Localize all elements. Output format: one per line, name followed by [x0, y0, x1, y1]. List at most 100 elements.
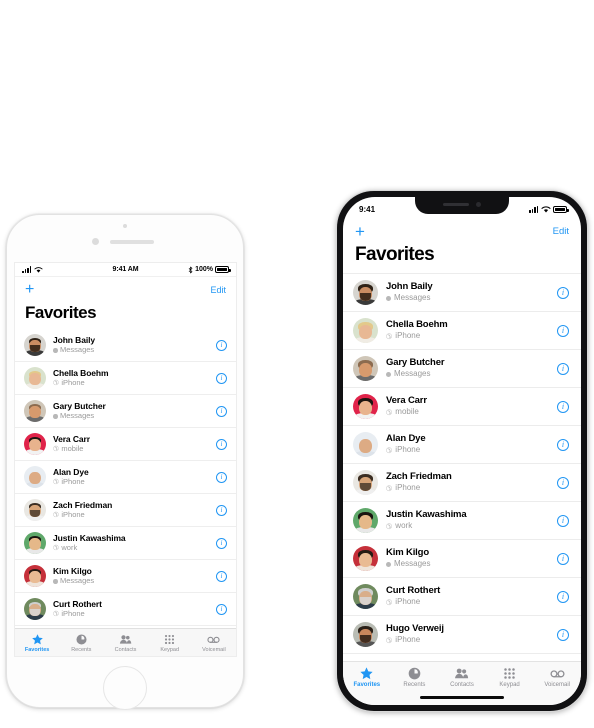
avatar — [353, 280, 378, 305]
messages-icon — [386, 295, 391, 301]
info-icon[interactable]: i — [216, 570, 227, 582]
contact-label-text: work — [395, 521, 413, 531]
tab-voicemail[interactable]: Voicemail — [533, 666, 581, 688]
phone-handset-icon: ✆ — [53, 544, 59, 552]
info-icon[interactable]: i — [216, 372, 227, 384]
status-bar-left: 9:41 AM 100% — [15, 263, 236, 277]
info-icon[interactable]: i — [216, 339, 227, 351]
page-title-left: Favorites — [15, 303, 236, 329]
info-icon[interactable]: i — [557, 286, 569, 299]
contact-label-text: iPhone — [61, 477, 85, 487]
tab-keypad[interactable]: Keypad — [148, 633, 192, 653]
messages-icon — [53, 348, 58, 353]
contact-name: Justin Kawashima — [53, 532, 126, 543]
favorite-row[interactable]: Justin Kawashima ✆ work i — [15, 527, 236, 560]
favorite-row[interactable]: Curt Rothert ✆ iPhone i — [343, 578, 581, 616]
info-icon[interactable]: i — [216, 405, 227, 417]
tab-contacts[interactable]: Contacts — [438, 666, 486, 688]
phone-handset-icon: ✆ — [386, 597, 393, 607]
add-favorite-button[interactable]: + — [355, 223, 365, 240]
favorite-row[interactable]: Kim Kilgo Messages i — [15, 560, 236, 593]
favorite-row[interactable]: Vera Carr ✆ mobile i — [343, 388, 581, 426]
info-icon[interactable]: i — [557, 324, 569, 337]
favorite-row[interactable]: Hugo Verweij✆iPhone i — [343, 616, 581, 654]
avatar — [353, 584, 378, 609]
contact-label: Messages — [53, 576, 209, 586]
info-icon[interactable]: i — [557, 476, 569, 489]
edit-button[interactable]: Edit — [553, 226, 569, 237]
favorite-row[interactable]: Vera Carr ✆ mobile i — [15, 428, 236, 461]
contact-name: Kim Kilgo — [53, 565, 92, 576]
earpiece-speaker — [110, 240, 154, 244]
info-icon[interactable]: i — [216, 438, 227, 450]
tab-favorites[interactable]: Favorites — [15, 633, 59, 653]
favorite-text: Chella Boehm ✆ iPhone — [386, 319, 549, 341]
contact-name: Hugo Verweij — [386, 623, 444, 635]
avatar — [24, 598, 46, 620]
favorite-text: Gary Butcher Messages — [386, 357, 549, 379]
tab-keypad[interactable]: Keypad — [486, 666, 534, 688]
contact-label: ✆iPhone — [386, 597, 549, 607]
phone-handset-icon: ✆ — [386, 331, 393, 341]
info-icon[interactable]: i — [216, 537, 227, 549]
screenshot-stage: 9:41 AM 100% + Edit Favorites John Baily… — [0, 0, 594, 728]
edit-button[interactable]: Edit — [210, 285, 226, 295]
home-indicator[interactable] — [420, 695, 504, 699]
info-icon[interactable]: i — [216, 504, 227, 516]
phone-handset-icon: ✆ — [53, 379, 59, 387]
avatar — [24, 334, 46, 356]
favorite-row[interactable]: Alan Dye ✆ iPhone i — [343, 426, 581, 464]
info-icon[interactable]: i — [216, 603, 227, 615]
info-icon[interactable]: i — [557, 590, 569, 603]
info-icon[interactable]: i — [557, 514, 569, 527]
favorite-row[interactable]: Curt Rothert ✆ iPhone i — [15, 593, 236, 626]
favorite-row[interactable]: Gary Butcher Messages i — [343, 350, 581, 388]
contact-label: Messages — [53, 345, 209, 355]
contact-label-text: mobile — [61, 444, 84, 454]
contact-label-text: iPhone — [61, 609, 85, 619]
info-icon[interactable]: i — [557, 438, 569, 451]
contact-name: Curt Rothert — [53, 598, 102, 609]
info-icon[interactable]: i — [557, 400, 569, 413]
favorite-text: Hugo Verweij✆iPhone — [386, 623, 549, 645]
tab-recents[interactable]: Recents — [391, 666, 439, 688]
contact-label: ✆iPhone — [53, 378, 209, 388]
info-icon[interactable]: i — [557, 628, 569, 641]
add-favorite-button[interactable]: + — [25, 282, 34, 298]
avatar — [353, 546, 378, 571]
favorite-row[interactable]: Chella Boehm ✆ iPhone i — [343, 312, 581, 350]
favorite-row[interactable]: Chella Boehm ✆ iPhone i — [15, 362, 236, 395]
front-camera-icon — [92, 238, 99, 245]
nav-bar-left: + Edit — [15, 277, 236, 303]
contact-label: Messages — [386, 293, 549, 303]
favorite-row[interactable]: Alan Dye ✆ iPhone i — [15, 461, 236, 494]
favorite-text: Gary Butcher Messages — [53, 401, 209, 421]
contact-label-text: Messages — [394, 293, 431, 303]
contact-name: Alan Dye — [386, 433, 426, 445]
favorite-row[interactable]: John Baily Messages i — [15, 329, 236, 362]
contact-name: Justin Kawashima — [386, 509, 467, 521]
favorite-row[interactable]: Gary Butcher Messages i — [15, 395, 236, 428]
tab-favorites[interactable]: Favorites — [343, 666, 391, 688]
favorite-text: Justin Kawashima ✆ work — [386, 509, 549, 531]
favorite-row[interactable]: John Baily Messages i — [343, 274, 581, 312]
avatar — [353, 318, 378, 343]
home-button[interactable] — [103, 666, 147, 710]
favorite-row[interactable]: Kim Kilgo Messages i — [343, 540, 581, 578]
info-icon[interactable]: i — [557, 552, 569, 565]
tab-recents[interactable]: Recents — [59, 633, 103, 653]
messages-icon — [386, 561, 391, 567]
contact-label-text: Messages — [394, 559, 431, 569]
tab-bar-left: Favorites Recents Contacts Keypad Voicemail — [15, 628, 236, 656]
contact-label-text: iPhone — [395, 635, 421, 645]
tab-contacts[interactable]: Contacts — [103, 633, 147, 653]
favorite-row[interactable]: Zach Friedman ✆ iPhone i — [15, 494, 236, 527]
keypad-icon — [504, 668, 515, 679]
tab-voicemail[interactable]: Voicemail — [192, 633, 236, 653]
favorite-text: Zach Friedman ✆ iPhone — [386, 471, 549, 493]
info-icon[interactable]: i — [216, 471, 227, 483]
favorite-row[interactable]: Justin Kawashima ✆ work i — [343, 502, 581, 540]
phone-screen-right: 9:41 + Edit Favorites John Baily Messages… — [343, 197, 581, 705]
favorite-row[interactable]: Zach Friedman ✆ iPhone i — [343, 464, 581, 502]
info-icon[interactable]: i — [557, 362, 569, 375]
